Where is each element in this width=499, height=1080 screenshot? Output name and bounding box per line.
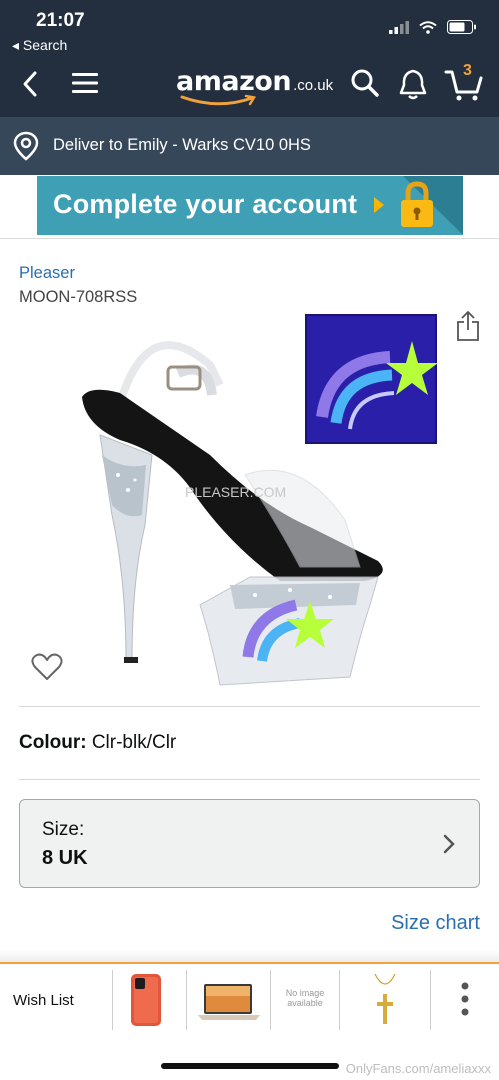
tray-item-cross-necklace-image[interactable] xyxy=(370,972,400,1030)
chevron-right-icon xyxy=(443,834,455,854)
more-options-icon[interactable] xyxy=(461,982,469,1016)
tray-separator xyxy=(339,970,340,1030)
size-chart-link[interactable]: Size chart xyxy=(391,912,480,935)
size-value: 8 UK xyxy=(42,847,88,869)
app-screen: 21:07 ◂ Search amazon .co.uk 3 Deliver t… xyxy=(0,0,499,1080)
menu-icon[interactable] xyxy=(72,72,98,94)
search-icon[interactable] xyxy=(350,68,380,98)
back-arrow-icon[interactable] xyxy=(20,70,40,98)
no-image-text: available xyxy=(287,998,323,1008)
size-selector[interactable]: Size: 8 UK xyxy=(19,799,480,888)
deliver-to-bar[interactable]: Deliver to Emily - Warks CV10 0HS xyxy=(0,117,499,175)
deliver-to-text: Deliver to Emily - Warks CV10 0HS xyxy=(53,136,311,154)
colour-label: Colour: xyxy=(19,732,87,753)
tray-separator xyxy=(112,970,113,1030)
wish-list-label[interactable]: Wish List xyxy=(13,992,74,1009)
tray-item-phone-image[interactable] xyxy=(127,972,167,1028)
cart-count-badge: 3 xyxy=(463,62,472,79)
brand-link[interactable]: Pleaser xyxy=(19,264,75,283)
no-image-text: No image xyxy=(285,988,325,998)
divider xyxy=(19,706,480,707)
location-pin-icon xyxy=(13,131,39,161)
wifi-icon xyxy=(419,20,437,34)
watermark-text: OnlyFans.com/ameliaxxx xyxy=(345,1061,491,1076)
logo-smile-icon xyxy=(180,94,257,106)
complete-account-banner[interactable]: Complete your account xyxy=(37,176,463,235)
tray-separator xyxy=(186,970,187,1030)
banner-arrow-icon xyxy=(374,197,384,213)
battery-icon xyxy=(447,20,476,34)
back-to-search-link[interactable]: ◂ Search xyxy=(12,37,67,54)
padlock-icon xyxy=(401,181,433,227)
home-indicator[interactable] xyxy=(161,1063,339,1069)
tray-item-no-image[interactable]: No image available xyxy=(276,974,334,1026)
nav-row: amazon .co.uk 3 xyxy=(0,62,499,108)
colour-row: Colour: Clr-blk/Clr xyxy=(19,732,176,754)
logo-domain: .co.uk xyxy=(293,77,334,94)
inset-detail-image xyxy=(305,314,438,444)
notification-bell-icon[interactable] xyxy=(398,68,428,100)
product-image[interactable]: PLEASER.COM xyxy=(60,305,445,700)
status-icons xyxy=(389,20,477,34)
tray-shadow xyxy=(0,950,499,962)
tray-separator xyxy=(430,970,431,1030)
app-header: 21:07 ◂ Search amazon .co.uk 3 xyxy=(0,0,499,117)
colour-value: Clr-blk/Clr xyxy=(91,732,177,753)
size-label: Size: xyxy=(42,819,85,840)
logo-word: amazon xyxy=(176,66,292,97)
heart-icon[interactable] xyxy=(31,652,63,682)
signal-icon xyxy=(389,20,409,34)
status-time: 21:07 xyxy=(36,10,85,31)
amazon-logo[interactable]: amazon .co.uk xyxy=(176,66,334,106)
divider xyxy=(19,779,480,780)
banner-text: Complete your account xyxy=(53,189,358,219)
wish-list-tray: Wish List No image available xyxy=(0,962,499,1036)
share-icon[interactable] xyxy=(456,310,480,342)
tray-separator xyxy=(270,970,271,1030)
banner-section: Complete your account xyxy=(0,175,499,239)
image-watermark: PLEASER.COM xyxy=(185,484,286,500)
tray-item-laptop-image[interactable] xyxy=(196,972,262,1028)
cart-button[interactable]: 3 xyxy=(444,62,484,107)
